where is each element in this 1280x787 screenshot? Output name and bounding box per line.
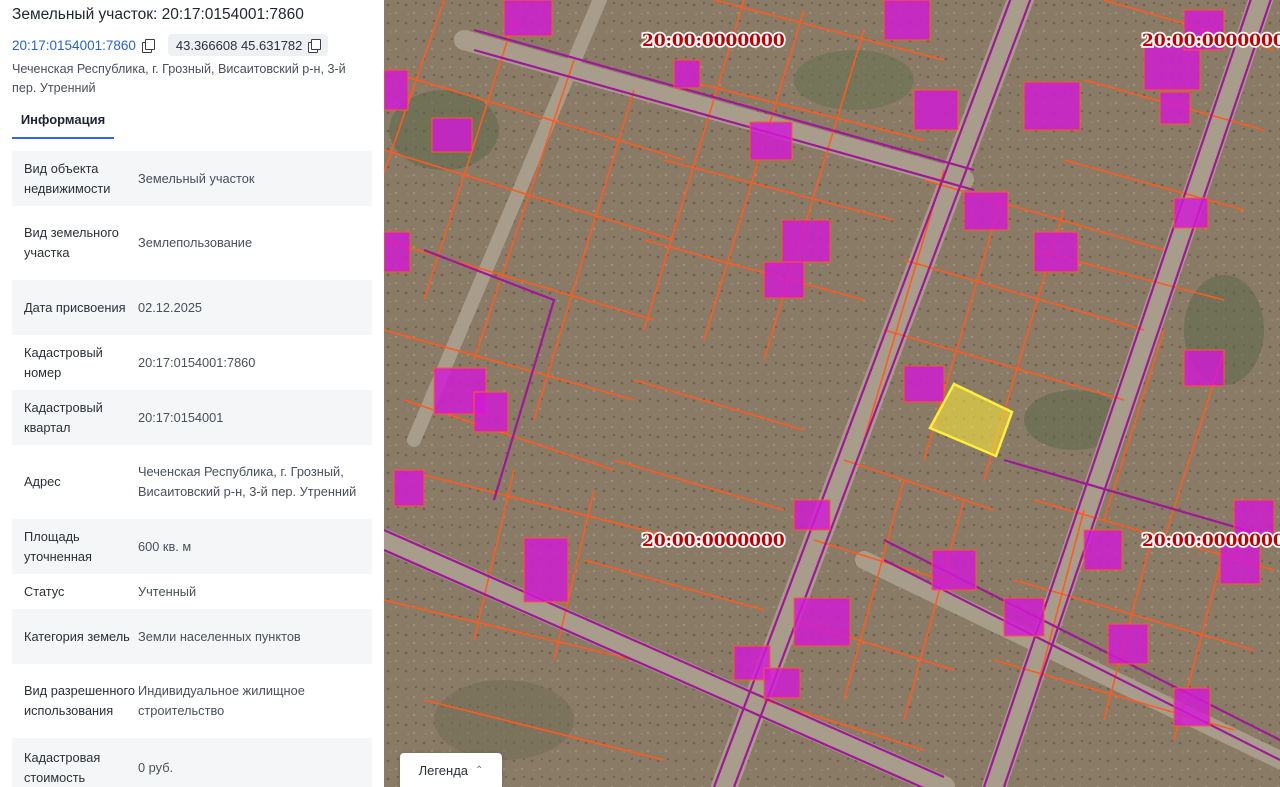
quarter-label: 20:00:0000000: [642, 531, 785, 551]
row-label: Дата присвоения: [24, 299, 126, 315]
cadastral-number-link[interactable]: 20:17:0154001:7860: [12, 38, 136, 53]
row-label: Вид объекта недвижимости: [24, 160, 111, 196]
info-panel: Земельный участок: 20:17:0154001:7860 20…: [0, 0, 384, 787]
row-value: 600 кв. м: [138, 538, 192, 554]
row-value: Земельный участок: [138, 170, 255, 186]
row-value: Чеченская Республика, г. Грозный, Висаит…: [138, 464, 357, 499]
page-title: Земельный участок: 20:17:0154001:7860: [12, 6, 304, 23]
copy-icon[interactable]: [308, 38, 322, 53]
row-label: Адрес: [24, 474, 61, 489]
coordinates-text: 43.366608 45.631782: [175, 37, 303, 53]
row-label: Вид разрешенного использования: [24, 683, 136, 718]
row-label: Площадь уточненная: [24, 528, 92, 564]
info-row-address: Адрес Чеченская Республика, г. Грозный, …: [12, 445, 372, 519]
row-label: Статус: [24, 583, 65, 599]
row-value: 20:17:0154001: [138, 409, 224, 425]
legend-label: Легенда: [418, 762, 469, 778]
row-value: 0 руб.: [138, 760, 174, 775]
address-subtitle: Чеченская Республика, г. Грозный, Висаит…: [12, 62, 346, 95]
quarter-label: 20:00:0000000: [1142, 531, 1280, 551]
satellite-ground: [384, 0, 1280, 787]
row-value: 02.12.2025: [138, 299, 203, 315]
row-value: Земли населенных пунктов: [138, 628, 301, 644]
tab-information[interactable]: Информация: [12, 108, 114, 139]
coordinates-chip[interactable]: 43.366608 45.631782: [167, 34, 329, 56]
quarter-label: 20:00:0000000: [1142, 31, 1280, 51]
row-label: Кадастровый номер: [24, 344, 103, 380]
row-value: Индивидуальное жилищное строительство: [138, 683, 305, 718]
info-row-land-category: Категория земель Земли населенных пункто…: [12, 609, 372, 664]
info-row-status: Статус Учтенный: [12, 574, 372, 609]
row-label: Вид земельного участка: [24, 225, 119, 260]
info-row-cadastral-quarter: Кадастровый квартал 20:17:0154001: [12, 390, 372, 445]
map-canvas[interactable]: 20:00:0000000 20:00:0000000 20:00:000000…: [384, 0, 1280, 787]
chevron-up-icon: ⌃: [475, 764, 484, 776]
copy-icon[interactable]: [141, 38, 155, 53]
legend-button[interactable]: Легенда ⌃: [400, 753, 502, 787]
row-value: Землепользование: [138, 235, 253, 250]
info-row-cadastral-value: Кадастровая стоимость 0 руб.: [12, 738, 372, 787]
row-label: Категория земель: [24, 628, 130, 644]
info-row-area: Площадь уточненная 600 кв. м: [12, 519, 372, 574]
row-value: Учтенный: [138, 583, 197, 599]
info-row-land-type: Вид земельного участка Землепользование: [12, 206, 372, 280]
row-label: Кадастровая стоимость: [24, 750, 101, 785]
cadastral-map[interactable]: 20:00:0000000 20:00:0000000 20:00:000000…: [384, 0, 1280, 787]
info-row-cadastral-number: Кадастровый номер 20:17:0154001:7860: [12, 335, 372, 390]
info-row-permitted-use: Вид разрешенного использования Индивидуа…: [12, 664, 372, 738]
row-value: 20:17:0154001:7860: [138, 354, 256, 370]
row-label: Кадастровый квартал: [24, 399, 103, 435]
identifier-row: 20:17:0154001:7860 43.366608 45.631782: [12, 34, 329, 56]
info-row-assignment-date: Дата присвоения 02.12.2025: [12, 280, 372, 335]
quarter-label: 20:00:0000000: [642, 31, 785, 51]
info-row-object-type: Вид объекта недвижимости Земельный участ…: [12, 151, 372, 206]
info-table: Вид объекта недвижимости Земельный участ…: [12, 151, 372, 787]
